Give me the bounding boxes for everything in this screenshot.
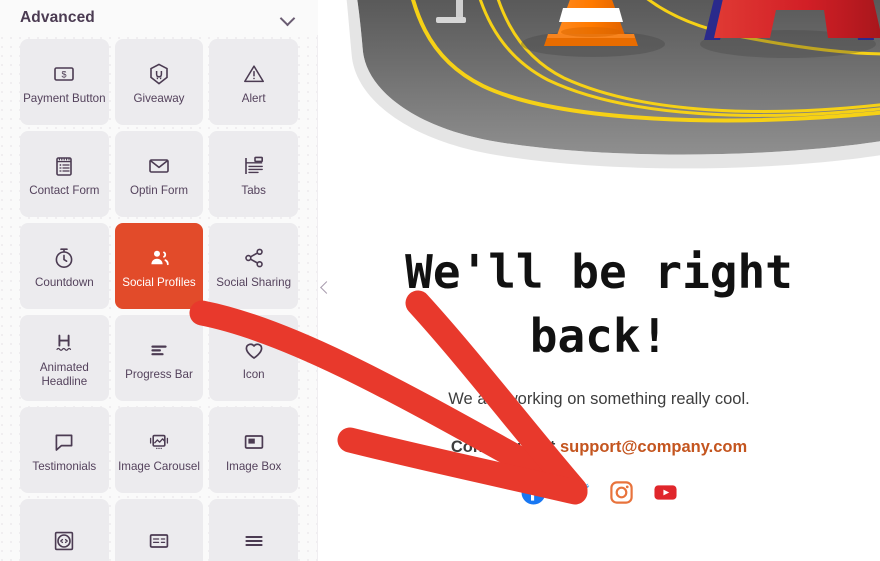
optin-form-icon	[143, 150, 175, 182]
code-embed-icon	[48, 525, 80, 557]
support-email-link[interactable]: support@company.com	[560, 438, 747, 456]
widgets-sidebar: Advanced $ Payment Button Giveaway Alert…	[0, 0, 318, 561]
widget-tile-icon[interactable]: Icon	[209, 315, 298, 401]
testimonials-icon	[48, 426, 80, 458]
social-profiles-row	[318, 479, 880, 505]
widget-tile-countdown[interactable]: Countdown	[20, 223, 109, 309]
widget-tile-alert[interactable]: Alert	[209, 39, 298, 125]
twitter-icon[interactable]	[564, 479, 590, 505]
widget-tile-label: Giveaway	[133, 92, 185, 105]
progress-bar-icon	[143, 334, 175, 366]
widget-tile-testimonials[interactable]: Testimonials	[20, 407, 109, 493]
widget-tile-code-embed[interactable]	[20, 499, 109, 561]
widget-tile-label: Tabs	[241, 184, 266, 197]
social-sharing-icon	[238, 242, 270, 274]
chevron-down-icon[interactable]	[280, 10, 296, 26]
text-block-icon	[143, 525, 175, 557]
animated-headline-icon	[48, 327, 80, 359]
youtube-icon[interactable]	[652, 479, 678, 505]
widget-tile-menu[interactable]	[209, 499, 298, 561]
maintenance-content: We'll be right back! We are working on s…	[318, 240, 880, 505]
image-box-icon	[238, 426, 270, 458]
panel-title: Advanced	[20, 8, 95, 26]
widget-tile-social-profiles[interactable]: Social Profiles	[114, 223, 204, 309]
widget-tile-image-box[interactable]: Image Box	[209, 407, 298, 493]
menu-lines-icon	[238, 525, 270, 557]
widget-tile-label: Contact Form	[29, 184, 100, 197]
contact-prefix: Contact us at	[450, 438, 560, 456]
widget-tile-label: Animated Headline	[39, 361, 89, 388]
widget-tile-label: Image Box	[225, 460, 282, 473]
widget-tile-label: Testimonials	[32, 460, 97, 473]
heart-icon	[238, 334, 270, 366]
panel-header-advanced[interactable]: Advanced	[0, 0, 318, 35]
social-profiles-icon	[143, 242, 175, 274]
page-title: We'll be right back!	[405, 245, 793, 363]
app-root: We'll be right back! We are working on s…	[0, 0, 880, 561]
page-preview-canvas: We'll be right back! We are working on s…	[318, 0, 880, 561]
sidebar-collapse-handle[interactable]	[315, 268, 335, 308]
giveaway-icon	[143, 58, 175, 90]
widget-tile-social-sharing[interactable]: Social Sharing	[209, 223, 298, 309]
page-subtitle: We are working on something really cool.	[448, 390, 750, 408]
contact-form-icon	[48, 150, 80, 182]
payment-button-icon: $	[48, 58, 80, 90]
widget-tile-label: Countdown	[35, 276, 94, 289]
widget-tile-label: Social Sharing	[216, 276, 292, 289]
hero-construction-image	[318, 0, 880, 192]
facebook-icon[interactable]	[520, 479, 546, 505]
widget-tile-grid: $ Payment Button Giveaway Alert Contact …	[0, 35, 318, 561]
widget-tile-text-block[interactable]	[114, 499, 204, 561]
widget-tile-tabs[interactable]: Tabs	[209, 131, 298, 217]
widget-tile-giveaway[interactable]: Giveaway	[114, 39, 204, 125]
alert-icon	[238, 58, 270, 90]
widget-tile-label: Icon	[242, 368, 265, 381]
widget-tile-label: Alert	[241, 92, 266, 105]
svg-text:$: $	[62, 70, 67, 80]
widget-tile-contact-form[interactable]: Contact Form	[20, 131, 109, 217]
widget-tile-optin-form[interactable]: Optin Form	[114, 131, 204, 217]
widget-tile-image-carousel[interactable]: Image Carousel	[114, 407, 204, 493]
widget-tile-label: Progress Bar	[125, 368, 193, 381]
image-carousel-icon	[143, 426, 175, 458]
widget-tile-label: Image Carousel	[118, 460, 200, 473]
chevron-left-icon	[319, 282, 331, 294]
countdown-icon	[48, 242, 80, 274]
widget-tile-label: Payment Button	[23, 92, 106, 105]
instagram-icon[interactable]	[608, 479, 634, 505]
widget-tile-animated-headline[interactable]: Animated Headline	[20, 315, 109, 401]
widget-tile-payment-button[interactable]: $ Payment Button	[20, 39, 109, 125]
widget-tile-progress-bar[interactable]: Progress Bar	[114, 315, 204, 401]
tabs-icon	[238, 150, 270, 182]
widget-tile-label: Social Profiles	[122, 276, 196, 289]
widget-tile-label: Optin Form	[130, 184, 188, 197]
contact-line: Contact us at support@company.com	[318, 438, 880, 457]
